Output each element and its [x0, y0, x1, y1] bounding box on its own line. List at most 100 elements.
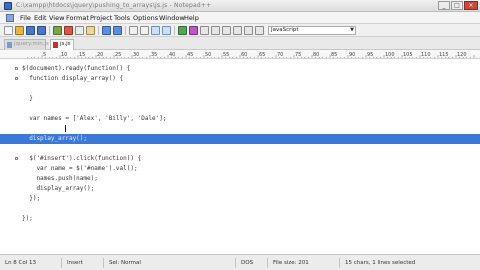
menu-project[interactable]: Project: [90, 14, 112, 22]
menu-options[interactable]: Options: [133, 14, 158, 22]
code-line[interactable]: display_array();: [0, 184, 480, 194]
copy-icon[interactable]: [75, 26, 84, 35]
ruler-number: 55: [223, 52, 229, 58]
ruler-number: 75: [295, 52, 301, 58]
tab-label: jquery.min.js: [14, 41, 49, 47]
code-line[interactable]: [0, 144, 480, 154]
toolbar-separator: [174, 26, 175, 35]
fold-toggle-icon[interactable]: [15, 77, 18, 80]
status-selection-mode: Sel: Normal: [106, 258, 236, 268]
code-line[interactable]: }: [0, 94, 480, 104]
toolbar-separator: [98, 26, 99, 35]
code-editor[interactable]: $(document).ready(function() { function …: [0, 59, 480, 254]
code-line[interactable]: [0, 104, 480, 114]
file-saved-icon: [7, 42, 12, 48]
code-line[interactable]: [0, 124, 480, 134]
macro-record-icon[interactable]: [189, 26, 198, 35]
new-file-icon[interactable]: [4, 26, 13, 35]
code-text: });: [22, 195, 41, 202]
toolbar-separator: [125, 26, 126, 35]
fold-toggle-icon[interactable]: [15, 67, 18, 70]
toolbar-separator: [49, 26, 50, 35]
menu-format[interactable]: Format: [66, 14, 89, 22]
replace-icon[interactable]: [140, 26, 149, 35]
word-wrap-icon[interactable]: [211, 26, 220, 35]
menu-window[interactable]: Window: [159, 14, 185, 22]
file-modified-icon: [53, 42, 58, 48]
ruler-number: 85: [331, 52, 337, 58]
run-icon[interactable]: [178, 26, 187, 35]
code-line[interactable]: names.push(name);: [0, 174, 480, 184]
ruler-number: 20: [97, 52, 103, 58]
status-selection-info: 15 chars, 1 lines selected: [345, 260, 416, 266]
language-select[interactable]: JavaScript ▼: [268, 26, 356, 35]
toolbar: JavaScript ▼: [0, 24, 480, 37]
title-bar: C:\xampp\htdocs\jquery\pushing_to_arrays…: [0, 0, 480, 12]
ruler-number: 95: [367, 52, 373, 58]
monitoring-icon[interactable]: [255, 26, 264, 35]
code-line[interactable]: [0, 84, 480, 94]
window-title: C:\xampp\htdocs\jquery\pushing_to_arrays…: [16, 2, 212, 9]
menu-view[interactable]: View: [49, 14, 64, 22]
ruler-number: 35: [151, 52, 157, 58]
code-line[interactable]: var names = ['Alex', 'Billy', 'Dale'];: [0, 114, 480, 124]
menu-file[interactable]: File: [20, 14, 31, 22]
code-text: display_array();: [22, 185, 95, 192]
code-line[interactable]: $('#insert').click(function() {: [0, 154, 480, 164]
code-line[interactable]: $(document).ready(function() {: [0, 64, 480, 74]
menu-help[interactable]: Help: [184, 14, 199, 22]
status-bar: Ln 8 Col 13 Insert Sel: Normal DOS File …: [0, 254, 480, 270]
ruler-number: 80: [313, 52, 319, 58]
ruler-number: 50: [205, 52, 211, 58]
save-all-icon[interactable]: [37, 26, 46, 35]
maximize-button[interactable]: □: [451, 1, 463, 10]
ruler-number: 120: [457, 52, 467, 58]
ruler-number: 40: [169, 52, 175, 58]
code-line[interactable]: [0, 204, 480, 214]
code-text: names.push(name);: [22, 175, 98, 182]
menu-tools[interactable]: Tools: [114, 14, 130, 22]
language-select-value: JavaScript: [271, 27, 299, 33]
status-insert-mode: Insert: [64, 258, 104, 268]
code-text: display_array();: [22, 135, 88, 142]
indent-guide-icon[interactable]: [233, 26, 242, 35]
ruler-number: 15: [79, 52, 85, 58]
code-text: });: [22, 215, 33, 222]
ruler-number: 45: [187, 52, 193, 58]
redo-icon[interactable]: [113, 26, 122, 35]
close-button[interactable]: ×: [464, 1, 478, 10]
code-line[interactable]: });: [0, 214, 480, 224]
ruler-number: 115: [439, 52, 449, 58]
code-line[interactable]: function display_array() {: [0, 74, 480, 84]
code-line[interactable]: var name = $('#name').val();: [0, 164, 480, 174]
open-folder-icon[interactable]: [15, 26, 24, 35]
menu-bar: File Edit View Format Project Tools Opti…: [0, 12, 480, 24]
undo-icon[interactable]: [102, 26, 111, 35]
ruler-number: 5: [43, 52, 46, 58]
sync-scroll-icon[interactable]: [244, 26, 253, 35]
save-icon[interactable]: [26, 26, 35, 35]
status-eol: DOS: [238, 258, 268, 268]
ruler-number: 90: [349, 52, 355, 58]
tab-label: js.js: [60, 41, 71, 47]
code-text: var names = ['Alex', 'Billy', 'Dale'];: [22, 115, 167, 122]
code-text: function display_array() {: [22, 75, 124, 82]
show-all-characters-icon[interactable]: [222, 26, 231, 35]
tab-jquery-min-js[interactable]: jquery.min.js: [4, 39, 49, 50]
code-line[interactable]: });: [0, 194, 480, 204]
fold-toggle-icon[interactable]: [15, 157, 18, 160]
minimize-button[interactable]: _: [438, 1, 450, 10]
ruler-ticks: 5 10 15 20 25 30 35 40 45 50 55 60 65 70 75 80 85 90 95 100…: [27, 52, 475, 58]
paste-icon[interactable]: [86, 26, 95, 35]
tab-js-js[interactable]: js.js: [50, 39, 74, 50]
ruler-number: 65: [259, 52, 265, 58]
find-icon[interactable]: [129, 26, 138, 35]
ruler-number: 30: [133, 52, 139, 58]
zoom-in-icon[interactable]: [151, 26, 160, 35]
print-icon[interactable]: [53, 26, 62, 35]
macro-play-icon[interactable]: [200, 26, 209, 35]
selected-code-line[interactable]: display_array();: [0, 134, 480, 144]
zoom-out-icon[interactable]: [162, 26, 171, 35]
cut-icon[interactable]: [64, 26, 73, 35]
menu-edit[interactable]: Edit: [34, 14, 47, 22]
